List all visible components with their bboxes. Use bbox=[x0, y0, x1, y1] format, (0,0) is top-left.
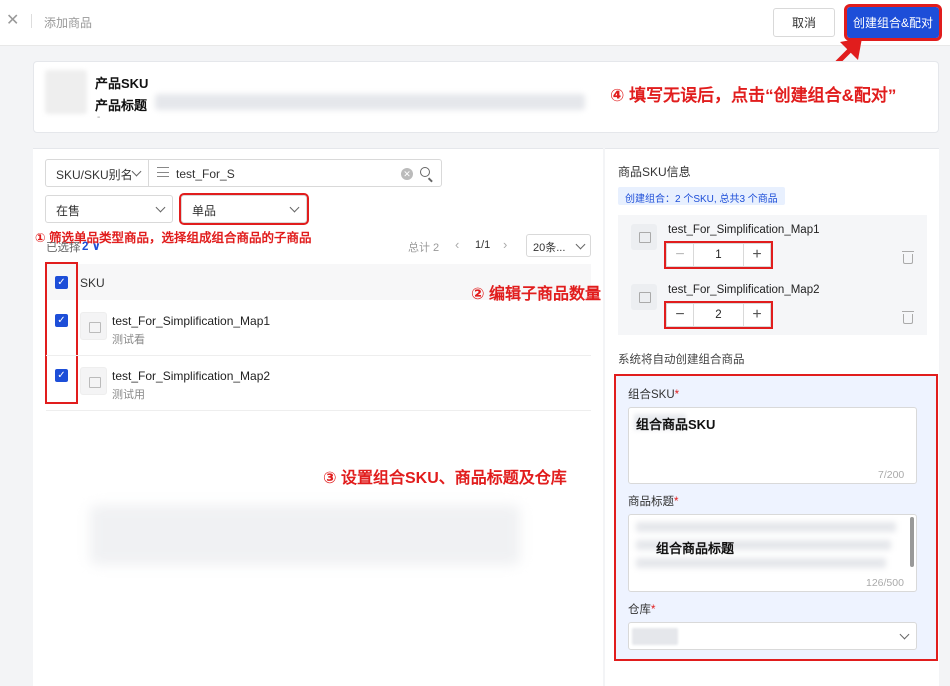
create-combo-button[interactable]: 创建组合&配对 bbox=[844, 4, 942, 41]
blurred-product-title bbox=[155, 94, 585, 110]
annotation-step4: ④ 填写无误后，点击“创建组合&配对” bbox=[610, 86, 897, 105]
combo-sku-value: 组合商品SKU bbox=[636, 417, 716, 432]
blurred-warehouse-value bbox=[632, 628, 678, 645]
chevron-down-icon bbox=[899, 629, 910, 640]
close-icon[interactable]: ✕ bbox=[6, 12, 19, 30]
row-thumbnail bbox=[80, 312, 107, 340]
product-dash: - bbox=[97, 112, 101, 123]
row-sku-name: test_For_Simplification_Map1 bbox=[112, 314, 271, 328]
product-thumbnail bbox=[45, 70, 87, 114]
column-header-sku: SKU bbox=[80, 276, 105, 290]
sku-info-title: 商品SKU信息 bbox=[618, 165, 691, 179]
required-mark: * bbox=[674, 496, 679, 508]
minus-button[interactable]: − bbox=[667, 304, 693, 326]
trash-icon[interactable] bbox=[902, 251, 914, 264]
blurred-title-line bbox=[636, 522, 896, 532]
chevron-down-icon bbox=[131, 166, 142, 177]
status-value: 在售 bbox=[56, 204, 81, 218]
chevron-down-icon bbox=[289, 202, 300, 213]
chevron-down-icon bbox=[155, 202, 166, 213]
selected-count[interactable]: 2 ∨ bbox=[82, 239, 101, 253]
product-kind-value: 单品 bbox=[192, 204, 217, 218]
row-checkbox[interactable]: ✓ bbox=[55, 369, 68, 382]
page-title: 添加商品 bbox=[44, 16, 93, 30]
product-title-value: 组合商品标题 bbox=[656, 541, 735, 556]
row-alias: 测试看 bbox=[112, 334, 145, 346]
product-kind-select[interactable]: 单品 bbox=[179, 193, 309, 225]
quantity-stepper[interactable]: − 2 + bbox=[664, 301, 773, 329]
row-divider bbox=[46, 410, 591, 411]
search-input-value: test_For_S bbox=[176, 167, 235, 181]
annotation-step2: ② 编辑子商品数量 bbox=[471, 286, 601, 303]
search-type-value: SKU/SKU别名 bbox=[56, 168, 133, 182]
plus-button[interactable]: + bbox=[744, 304, 770, 326]
chevron-down-icon: ∨ bbox=[91, 241, 101, 253]
item-thumbnail bbox=[631, 284, 657, 310]
select-all-checkbox[interactable]: ✓ bbox=[55, 276, 68, 289]
textarea-scrollbar[interactable] bbox=[910, 517, 914, 567]
divider bbox=[31, 14, 32, 28]
chevron-down-icon bbox=[575, 239, 586, 250]
product-sku-label: 产品SKU bbox=[95, 76, 149, 91]
annotation-step3: ③ 设置组合SKU、商品标题及仓库 bbox=[323, 470, 567, 487]
list-icon bbox=[157, 167, 169, 177]
item-thumbnail bbox=[631, 224, 657, 250]
product-title-field-label: 商品标题* bbox=[628, 493, 678, 509]
warehouse-label: 仓库* bbox=[628, 601, 655, 617]
minus-button[interactable]: − bbox=[667, 244, 693, 266]
page-size-select[interactable]: 20条... bbox=[526, 234, 591, 257]
combo-sku-char-count: 7/200 bbox=[878, 469, 905, 481]
quantity-value[interactable]: 1 bbox=[693, 244, 744, 266]
row-sku-name: test_For_Simplification_Map2 bbox=[112, 369, 271, 383]
cancel-button[interactable]: 取消 bbox=[773, 8, 835, 37]
combo-sku-label-text: 组合SKU bbox=[628, 389, 675, 401]
blurred-background bbox=[90, 505, 520, 565]
search-icon[interactable] bbox=[420, 167, 430, 177]
product-title-label: 产品标题 bbox=[95, 98, 148, 113]
selected-count-value: 2 bbox=[82, 241, 89, 253]
chevron-left-icon[interactable]: ‹ bbox=[455, 237, 459, 252]
status-select[interactable]: 在售 bbox=[45, 195, 173, 223]
quantity-stepper[interactable]: − 1 + bbox=[664, 241, 773, 269]
row-alias: 测试用 bbox=[112, 389, 145, 401]
selected-label: 已选择 bbox=[46, 242, 81, 254]
chevron-right-icon[interactable]: › bbox=[503, 237, 507, 252]
search-type-select[interactable]: SKU/SKU别名 bbox=[45, 159, 149, 187]
plus-button[interactable]: + bbox=[744, 244, 770, 266]
page-size-value: 20条... bbox=[533, 242, 566, 254]
product-title-label-text: 商品标题 bbox=[628, 496, 674, 508]
blurred-title-line bbox=[636, 558, 886, 568]
quantity-value[interactable]: 2 bbox=[693, 304, 744, 326]
item-sku-name: test_For_Simplification_Map1 bbox=[668, 224, 820, 236]
auto-create-label: 系统将自动创建组合商品 bbox=[618, 354, 745, 366]
required-mark: * bbox=[651, 604, 656, 616]
combo-summary-tag: 创建组合：2 个SKU, 总共3 个商品 bbox=[618, 187, 785, 205]
page-indicator: 1/1 bbox=[475, 239, 491, 251]
total-count: 总计 2 bbox=[408, 242, 440, 254]
row-checkbox[interactable]: ✓ bbox=[55, 314, 68, 327]
row-thumbnail bbox=[80, 367, 107, 395]
product-title-char-count: 126/500 bbox=[866, 577, 904, 589]
combo-sku-label: 组合SKU* bbox=[628, 386, 679, 402]
warehouse-label-text: 仓库 bbox=[628, 604, 651, 616]
clear-icon[interactable]: ✕ bbox=[401, 168, 413, 180]
item-sku-name: test_For_Simplification_Map2 bbox=[668, 284, 820, 296]
required-mark: * bbox=[674, 389, 680, 401]
trash-icon[interactable] bbox=[902, 311, 914, 324]
row-divider bbox=[46, 355, 591, 356]
